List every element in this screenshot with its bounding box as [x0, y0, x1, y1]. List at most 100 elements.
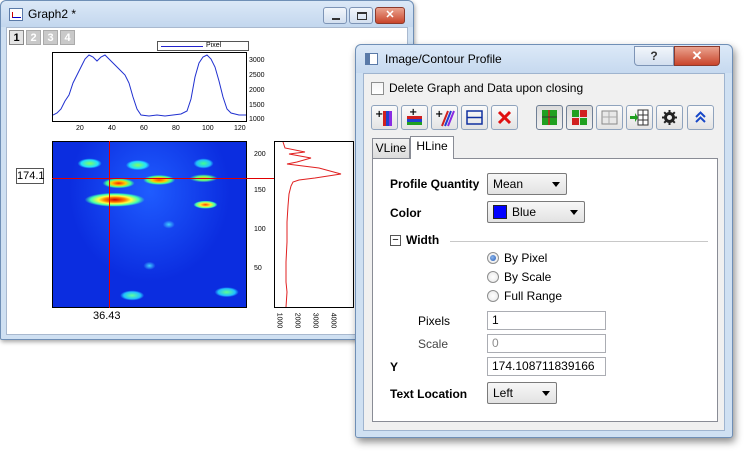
- horizontal-cursor-extension: [247, 178, 275, 179]
- horizontal-profile-curve: [52, 54, 246, 117]
- color-value: Blue: [512, 205, 537, 219]
- pixels-label: Pixels: [418, 314, 451, 328]
- color-swatch: [493, 205, 507, 219]
- close-button[interactable]: ✕: [375, 7, 405, 24]
- profile-quantity-select[interactable]: Mean: [487, 173, 567, 195]
- y-cursor-readout: 174.1: [16, 168, 45, 184]
- vertical-cursor-line[interactable]: [109, 141, 110, 308]
- hline-tab-panel: Profile Quantity Mean Color Blue − Width…: [372, 158, 718, 422]
- svg-text:+: +: [409, 107, 417, 118]
- export-table-button[interactable]: [626, 105, 653, 130]
- full-range-label[interactable]: Full Range: [504, 289, 562, 303]
- add-vertical-line-button[interactable]: +: [371, 105, 398, 130]
- pixels-input[interactable]: 1: [487, 311, 606, 330]
- top-plot-y-tick: 3000: [249, 57, 265, 64]
- layer-tab-1[interactable]: 1: [9, 30, 24, 45]
- graph-window-title: Graph2 *: [28, 7, 77, 21]
- dialog-icon: [365, 53, 378, 65]
- graph-icon: [9, 8, 23, 21]
- svg-text:+: +: [375, 109, 383, 120]
- maximize-icon: [357, 12, 367, 20]
- image-contour-profile-dialog: Image/Contour Profile ? ✕ Delete Graph a…: [355, 44, 733, 438]
- delete-graph-label[interactable]: Delete Graph and Data upon closing: [389, 81, 583, 95]
- side-plot-x-tick: 4000: [329, 312, 337, 329]
- minimize-icon: [332, 18, 340, 20]
- settings-button[interactable]: [656, 105, 683, 130]
- vertical-profile-plot[interactable]: [274, 141, 354, 308]
- width-collapse-toggle[interactable]: −: [390, 235, 401, 246]
- x-cursor-readout: 36.43: [93, 310, 121, 322]
- graph-page: 1 2 3 4 Pixel 3000 2500 2000 1500 1000 2…: [6, 27, 408, 335]
- top-plot-x-tick: 80: [172, 125, 180, 132]
- radio-by-pixel[interactable]: [487, 252, 499, 264]
- top-plot-legend[interactable]: Pixel: [157, 41, 249, 51]
- delete-graph-checkbox[interactable]: [371, 82, 384, 95]
- heatmap-y-tick: 100: [254, 226, 266, 233]
- grid-color-icon: [572, 110, 587, 125]
- top-plot-x-tick: 40: [108, 125, 116, 132]
- width-group-divider: [450, 241, 708, 242]
- close-icon: ✕: [385, 9, 395, 21]
- by-pixel-label[interactable]: By Pixel: [504, 251, 547, 265]
- top-plot-x-tick: 60: [140, 125, 148, 132]
- profile-quantity-value: Mean: [493, 177, 524, 191]
- layer-tab-4[interactable]: 4: [60, 30, 75, 45]
- image-heatmap[interactable]: [52, 141, 247, 308]
- minimize-button[interactable]: [323, 7, 347, 24]
- text-location-select[interactable]: Left: [487, 382, 557, 404]
- delete-icon: [497, 110, 512, 125]
- top-plot-y-tick: 1500: [249, 102, 265, 109]
- collapse-button[interactable]: [687, 105, 714, 130]
- export-table-icon: [630, 109, 649, 126]
- top-plot-x-tick: 120: [234, 125, 246, 132]
- color-select[interactable]: Blue: [487, 201, 585, 223]
- layer-tab-3[interactable]: 3: [43, 30, 58, 45]
- profile-quantity-label: Profile Quantity: [390, 177, 480, 191]
- top-plot-x-tick: 20: [76, 125, 84, 132]
- delete-button[interactable]: [491, 105, 518, 130]
- horizontal-lines-button[interactable]: [461, 105, 488, 130]
- width-group-label: Width: [406, 233, 440, 247]
- side-plot-x-tick: 2000: [293, 312, 301, 329]
- text-location-label: Text Location: [390, 387, 468, 401]
- dialog-title-bar[interactable]: Image/Contour Profile ? ✕: [356, 45, 732, 73]
- crosshair-graph-button[interactable]: [536, 105, 563, 130]
- side-plot-x-tick: 3000: [311, 312, 319, 329]
- maximize-button[interactable]: [349, 7, 373, 24]
- by-scale-label[interactable]: By Scale: [504, 270, 551, 284]
- color-label: Color: [390, 206, 422, 220]
- graph-title-bar[interactable]: Graph2 * ✕: [1, 1, 413, 27]
- preview-button[interactable]: [596, 105, 623, 130]
- graph-window: Graph2 * ✕ 1 2 3 4 Pixel 3000 2500 2000 …: [0, 0, 414, 340]
- grid-color-button[interactable]: [566, 105, 593, 130]
- scale-input[interactable]: 0: [487, 334, 606, 353]
- help-button[interactable]: ?: [634, 46, 674, 66]
- layer-tab-2[interactable]: 2: [26, 30, 41, 45]
- svg-text:+: +: [435, 109, 443, 120]
- top-plot-y-tick: 1000: [249, 116, 265, 123]
- radio-by-scale[interactable]: [487, 271, 499, 283]
- vertical-profile-curve: [282, 141, 342, 308]
- add-arbitrary-line-button[interactable]: +: [431, 105, 458, 130]
- tab-vline[interactable]: VLine: [372, 138, 410, 158]
- horizontal-cursor-line[interactable]: [52, 178, 247, 179]
- add-horizontal-line-button[interactable]: +: [401, 105, 428, 130]
- horizontal-profile-plot[interactable]: [52, 52, 247, 122]
- dialog-body: Delete Graph and Data upon closing + + +: [363, 73, 725, 431]
- chevron-down-icon: [570, 210, 578, 215]
- radio-full-range[interactable]: [487, 290, 499, 302]
- top-plot-y-tick: 2500: [249, 72, 265, 79]
- add-arbitrary-line-icon: +: [435, 109, 455, 127]
- chevron-down-icon: [542, 391, 550, 396]
- preview-icon: [601, 110, 618, 125]
- y-label: Y: [390, 360, 399, 374]
- chevron-down-icon: [552, 182, 560, 187]
- heatmap-y-tick: 200: [254, 151, 266, 158]
- settings-gear-icon: [662, 110, 677, 125]
- dialog-title: Image/Contour Profile: [385, 52, 502, 66]
- add-horizontal-line-icon: +: [407, 107, 422, 125]
- tab-hline[interactable]: HLine: [410, 136, 454, 159]
- y-input[interactable]: 174.108711839166: [487, 357, 606, 376]
- add-vertical-line-icon: +: [375, 109, 392, 126]
- dialog-close-button[interactable]: ✕: [674, 46, 720, 66]
